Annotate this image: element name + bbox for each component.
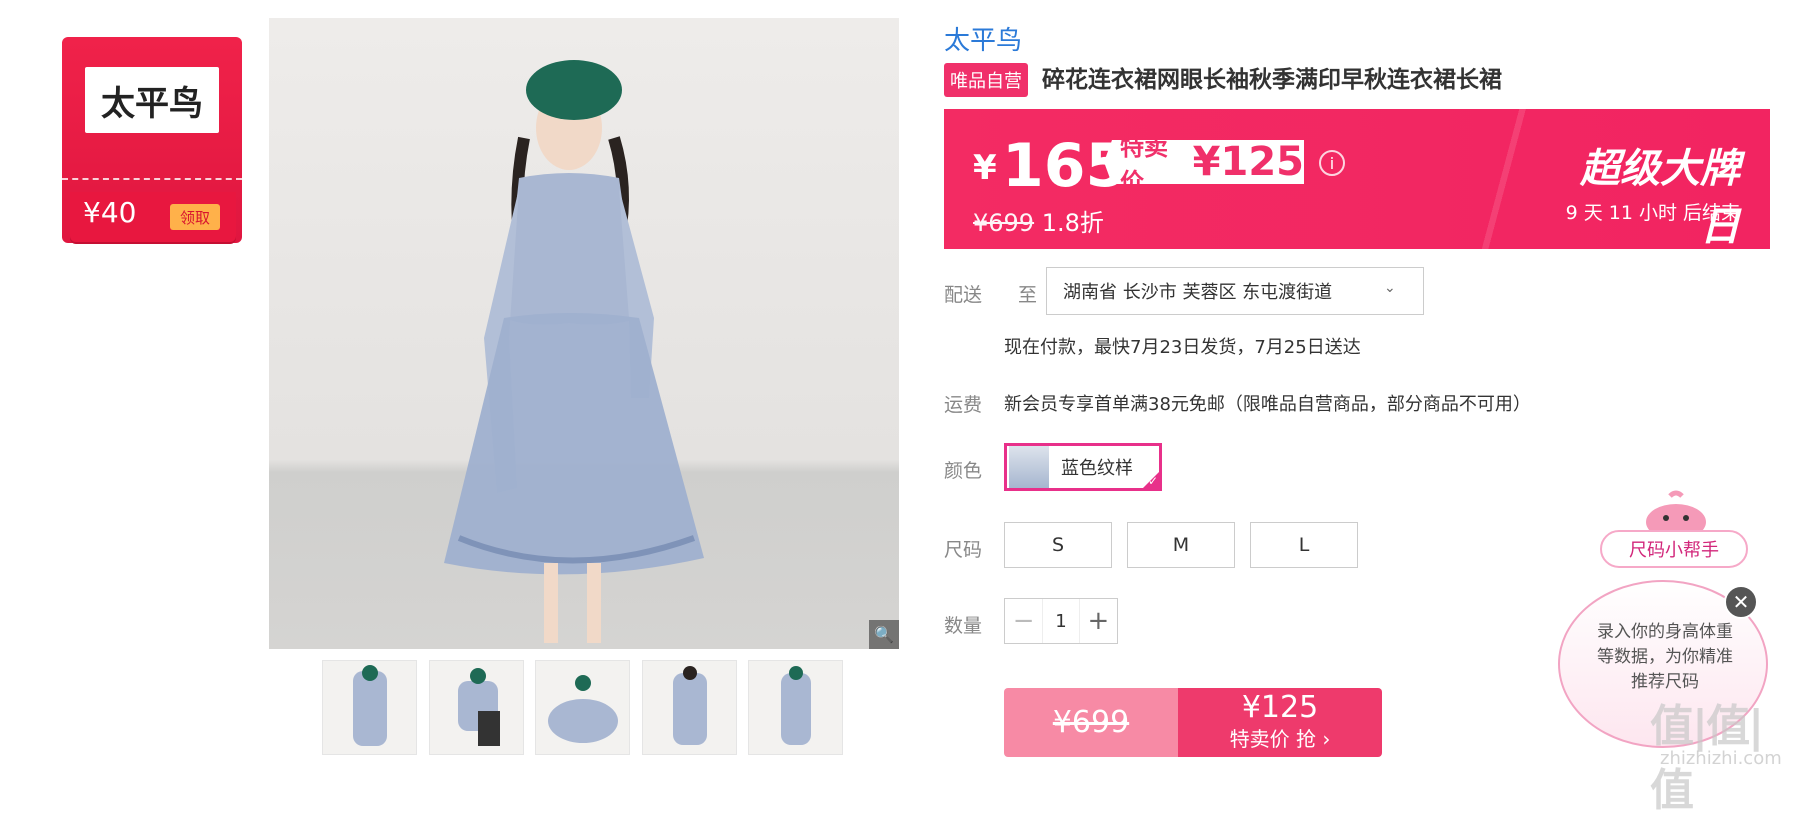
size-helper-button[interactable]: 尺码小帮手 bbox=[1600, 530, 1748, 568]
coupon-brand-logo: 太平鸟 bbox=[85, 67, 219, 133]
shipping-text: 新会员专享首单满38元免邮（限唯品自营商品，部分商品不可用） bbox=[1004, 394, 1531, 415]
product-main-image[interactable] bbox=[269, 18, 899, 649]
model-illustration bbox=[444, 60, 704, 643]
watermark-text: zhizhizhi.com bbox=[1660, 748, 1782, 769]
coupon-claim-button[interactable]: 领取 bbox=[170, 204, 220, 230]
buy-now-button[interactable]: ¥125 特卖价 抢 › bbox=[1178, 688, 1382, 757]
size-option-m[interactable]: M bbox=[1127, 522, 1235, 568]
address-selector[interactable]: 湖南省 长沙市 芙蓉区 东屯渡街道 bbox=[1046, 267, 1424, 315]
special-price-tag: 特卖价 ¥125 bbox=[1104, 140, 1304, 184]
currency-symbol: ¥ bbox=[973, 148, 997, 188]
color-thumbnail bbox=[1009, 446, 1049, 488]
buy-original-price[interactable]: ¥699 bbox=[1004, 688, 1178, 757]
quantity-stepper: − 1 + bbox=[1004, 598, 1118, 644]
info-icon[interactable]: i bbox=[1319, 150, 1345, 176]
zoom-icon[interactable]: 🔍 bbox=[869, 620, 899, 649]
size-label: 尺码 bbox=[944, 539, 983, 561]
close-icon[interactable]: ✕ bbox=[1724, 585, 1758, 619]
color-option-name: 蓝色纹样 bbox=[1061, 458, 1133, 479]
check-icon: ✓ bbox=[1148, 474, 1159, 488]
coupon-divider bbox=[62, 178, 242, 192]
coupon-amount: ¥40 bbox=[83, 196, 137, 229]
promo-countdown: 9 天 11 小时 后结束 bbox=[1565, 202, 1740, 224]
size-option-s[interactable]: S bbox=[1004, 522, 1112, 568]
thumbnail-4[interactable] bbox=[642, 660, 737, 755]
color-label: 颜色 bbox=[944, 460, 983, 482]
thumbnail-3[interactable] bbox=[535, 660, 630, 755]
buy-action-label: 特卖价 抢 › bbox=[1229, 727, 1331, 751]
promo-title: 超级大牌日 bbox=[1580, 146, 1740, 250]
original-price-row: ¥699 1.8折 bbox=[973, 203, 1104, 238]
thumbnail-1[interactable] bbox=[322, 660, 417, 755]
discount-rate: 1.8折 bbox=[1041, 209, 1104, 237]
product-title: 碎花连衣裙网眼长袖秋季满印早秋连衣裙长裙 bbox=[1042, 67, 1502, 93]
quantity-value[interactable]: 1 bbox=[1042, 599, 1080, 643]
thumbnail-2[interactable] bbox=[429, 660, 524, 755]
buy-original-price-text: ¥699 bbox=[1052, 705, 1130, 740]
size-helper-text: 录入你的身高体重等数据，为你精准推荐尺码 bbox=[1597, 622, 1733, 692]
quantity-label: 数量 bbox=[944, 615, 983, 637]
shipping-label: 运费 bbox=[944, 394, 983, 416]
special-price-value: ¥125 bbox=[1192, 139, 1304, 185]
brand-link[interactable]: 太平鸟 bbox=[944, 20, 1022, 57]
quantity-increase-button[interactable]: + bbox=[1080, 599, 1117, 643]
color-option-selected[interactable]: 蓝色纹样 bbox=[1004, 443, 1162, 491]
chevron-down-icon: ⌄ bbox=[1384, 280, 1396, 296]
self-operated-badge: 唯品自营 bbox=[944, 63, 1028, 97]
original-price: ¥699 bbox=[973, 209, 1035, 237]
size-option-l[interactable]: L bbox=[1250, 522, 1358, 568]
buy-price: ¥125 bbox=[1241, 690, 1319, 725]
delivery-eta: 现在付款，最快7月23日发货，7月25日送达 bbox=[1004, 337, 1361, 358]
quantity-decrease-button[interactable]: − bbox=[1005, 599, 1042, 643]
delivery-to-label: 至 bbox=[1018, 284, 1038, 306]
delivery-label: 配送 bbox=[944, 284, 983, 306]
thumbnail-5[interactable] bbox=[748, 660, 843, 755]
